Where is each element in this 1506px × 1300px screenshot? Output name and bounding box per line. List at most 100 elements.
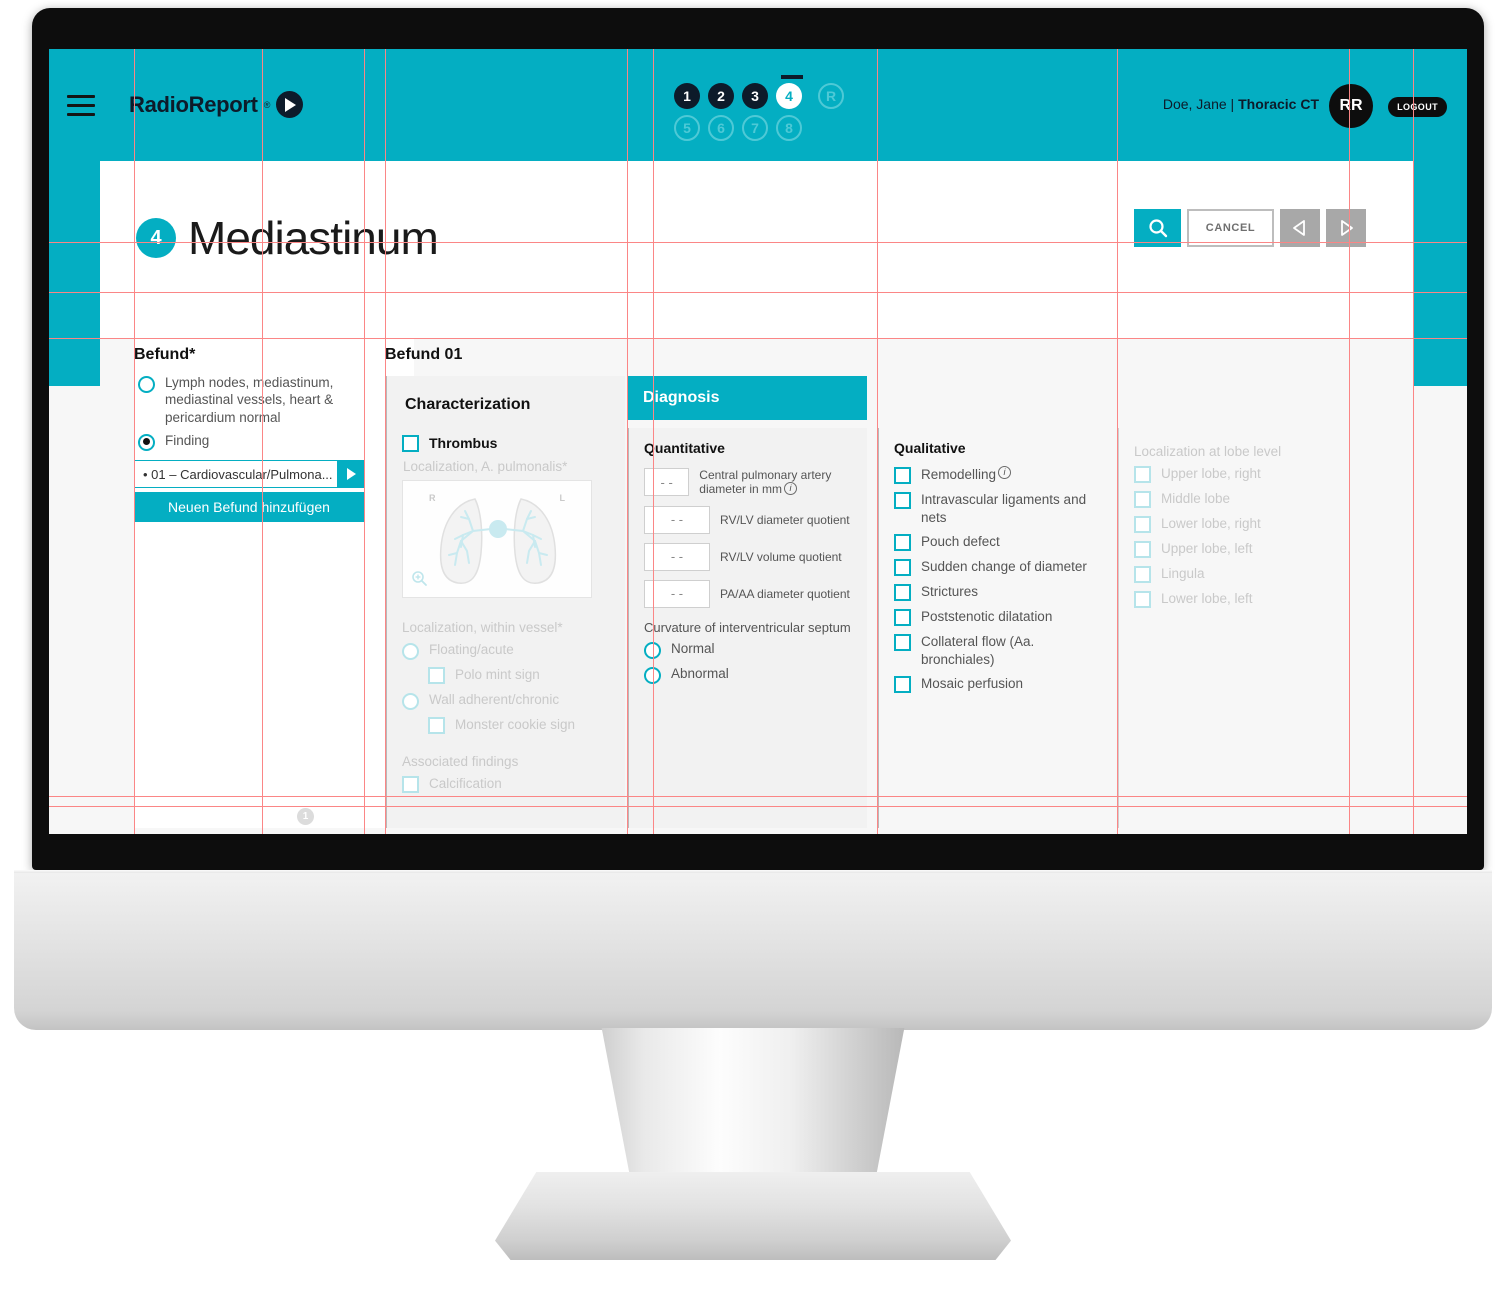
screen: RadioReport ® 1 2 3 4 R 5 6 7 8 Doe, Jan… xyxy=(49,49,1467,834)
right-teal-rail xyxy=(1413,161,1467,338)
radio-curvature-abnormal[interactable] xyxy=(644,666,661,684)
magnifier-plus-icon[interactable] xyxy=(411,570,428,591)
lung-diagram[interactable]: R L xyxy=(402,480,592,599)
list-item[interactable]: Strictures xyxy=(894,583,1107,602)
checkbox-poststenotic-dilatation[interactable] xyxy=(894,609,911,627)
brand-logo[interactable]: RadioReport ® xyxy=(129,91,304,118)
step-4[interactable]: 4 xyxy=(776,83,802,109)
checkbox-lingula[interactable] xyxy=(1134,566,1151,583)
list-item[interactable]: Collateral flow (Aa. bronchiales) xyxy=(894,633,1107,668)
step-report[interactable]: R xyxy=(818,83,844,109)
befund-column: Befund* Lymph nodes, mediastinum, medias… xyxy=(134,338,414,828)
befund-options: Lymph nodes, mediastinum, mediastinal ve… xyxy=(138,374,353,457)
checkbox-mosaic-perfusion[interactable] xyxy=(894,676,911,694)
quant-label-0: Central pulmonary artery diameter in mm i xyxy=(699,468,857,497)
list-item[interactable]: Lingula xyxy=(1134,565,1347,583)
prev-button[interactable] xyxy=(1280,209,1320,247)
befund-heading: Befund* xyxy=(134,346,196,363)
hamburger-icon[interactable] xyxy=(67,95,95,116)
list-item[interactable]: Lower lobe, left xyxy=(1134,590,1347,608)
avatar[interactable]: RR xyxy=(1329,84,1373,128)
quantitative-rows: - - Central pulmonary artery diameter in… xyxy=(644,468,857,690)
checkbox-upper-lobe-right[interactable] xyxy=(1134,466,1151,483)
checkbox-sudden-change-of-diameter[interactable] xyxy=(894,559,911,577)
step-1[interactable]: 1 xyxy=(674,83,700,109)
befund-dropdown-arrow[interactable] xyxy=(338,460,364,488)
radio-floating-acute[interactable] xyxy=(402,643,419,661)
vessel-option-wall[interactable]: Wall adherent/chronic xyxy=(402,691,615,711)
befund-option-normal[interactable]: Lymph nodes, mediastinum, mediastinal ve… xyxy=(138,374,353,426)
search-button[interactable] xyxy=(1134,209,1181,247)
search-icon xyxy=(1148,219,1167,238)
checkbox-calcification[interactable] xyxy=(402,776,419,794)
input-central-pa-diameter[interactable]: - - xyxy=(644,468,690,497)
radio-curvature-normal[interactable] xyxy=(644,641,661,659)
qualitative-heading: Qualitative xyxy=(894,440,966,456)
checkbox-collateral-flow[interactable] xyxy=(894,634,911,652)
page-badge: 4 xyxy=(136,218,176,258)
befund-option-finding[interactable]: Finding xyxy=(138,432,353,451)
checkbox-thrombus[interactable] xyxy=(402,435,419,452)
thrombus-row[interactable]: Thrombus xyxy=(402,434,615,452)
info-icon[interactable]: i xyxy=(998,466,1012,479)
list-item[interactable]: Intravascular ligaments and nets xyxy=(894,491,1107,526)
step-2[interactable]: 2 xyxy=(708,83,734,109)
monster-cookie-row[interactable]: Monster cookie sign xyxy=(428,716,615,735)
step-7[interactable]: 7 xyxy=(742,115,768,141)
lung-marker-right: R xyxy=(429,493,436,504)
checkbox-lower-lobe-right[interactable] xyxy=(1134,516,1151,533)
brand-name: RadioReport xyxy=(129,91,258,117)
monitor-chin xyxy=(14,870,1492,1030)
list-item[interactable]: Lower lobe, right xyxy=(1134,515,1347,533)
list-item[interactable]: Middle lobe xyxy=(1134,490,1347,508)
step-8[interactable]: 8 xyxy=(776,115,802,141)
curvature-option-normal[interactable]: Normal xyxy=(644,640,857,659)
list-item[interactable]: Poststenotic dilatation xyxy=(894,608,1107,627)
list-item[interactable]: Sudden change of diameter xyxy=(894,558,1107,577)
list-item[interactable]: Upper lobe, left xyxy=(1134,540,1347,558)
step-6[interactable]: 6 xyxy=(708,115,734,141)
radio-wall-adherent-chronic[interactable] xyxy=(402,693,419,711)
curvature-option-abnormal[interactable]: Abnormal xyxy=(644,665,857,684)
calcification-row[interactable]: Calcification xyxy=(402,775,615,794)
list-item[interactable]: Upper lobe, right xyxy=(1134,465,1347,483)
info-icon[interactable]: i xyxy=(783,482,797,496)
input-paaa-diameter-quotient[interactable]: - - xyxy=(644,579,710,608)
polo-mint-row[interactable]: Polo mint sign xyxy=(428,666,615,685)
localization-label-4: Lingula xyxy=(1161,566,1205,581)
title-band: 4 Mediastinum CANCEL xyxy=(100,161,1413,338)
quant-label-0-text: Central pulmonary artery diameter in mm xyxy=(699,468,832,497)
input-rvlv-volume-quotient[interactable]: - - xyxy=(644,542,710,571)
radio-finding[interactable] xyxy=(138,433,155,451)
checkbox-pouch-defect[interactable] xyxy=(894,534,911,552)
step-5[interactable]: 5 xyxy=(674,115,700,141)
checkbox-remodelling[interactable] xyxy=(894,467,911,484)
radio-normal[interactable] xyxy=(138,376,155,393)
befund-dropdown-value[interactable]: • 01 – Cardiovascular/Pulmona... xyxy=(134,460,338,488)
list-item[interactable]: Remodelling i xyxy=(894,466,1107,484)
vessel-option-floating[interactable]: Floating/acute xyxy=(402,641,615,661)
step-3[interactable]: 3 xyxy=(742,83,768,109)
checkbox-upper-lobe-left[interactable] xyxy=(1134,541,1151,558)
befund-dropdown[interactable]: • 01 – Cardiovascular/Pulmona... xyxy=(134,460,364,488)
logout-button[interactable]: LOGOUT xyxy=(1388,97,1447,117)
checkbox-monster-cookie-sign[interactable] xyxy=(428,717,445,735)
checkbox-intravascular-ligaments-and-nets[interactable] xyxy=(894,492,911,509)
add-finding-button[interactable]: Neuen Befund hinzufügen xyxy=(134,492,364,522)
next-button[interactable] xyxy=(1326,209,1366,247)
localization-label-1: Middle lobe xyxy=(1161,491,1231,506)
diagnosis-panel: Quantitative - - Central pulmonary arter… xyxy=(627,428,867,828)
checkbox-middle-lobe[interactable] xyxy=(1134,491,1151,508)
characterization-panel: Characterization Thrombus Localization, … xyxy=(385,376,625,828)
list-item[interactable]: Mosaic perfusion xyxy=(894,675,1107,694)
tab-diagnosis[interactable]: Diagnosis xyxy=(627,376,867,420)
cancel-button[interactable]: CANCEL xyxy=(1187,209,1274,247)
input-rvlv-diameter-quotient[interactable]: - - xyxy=(644,505,710,534)
list-item[interactable]: Pouch defect xyxy=(894,533,1107,552)
localization-heading: Localization at lobe level xyxy=(1134,444,1282,459)
checkbox-polo-mint-sign[interactable] xyxy=(428,667,445,685)
step-row-bottom: 5 6 7 8 xyxy=(674,115,874,141)
checkbox-strictures[interactable] xyxy=(894,584,911,602)
title-actions: CANCEL xyxy=(1134,209,1366,247)
checkbox-lower-lobe-left[interactable] xyxy=(1134,591,1151,608)
